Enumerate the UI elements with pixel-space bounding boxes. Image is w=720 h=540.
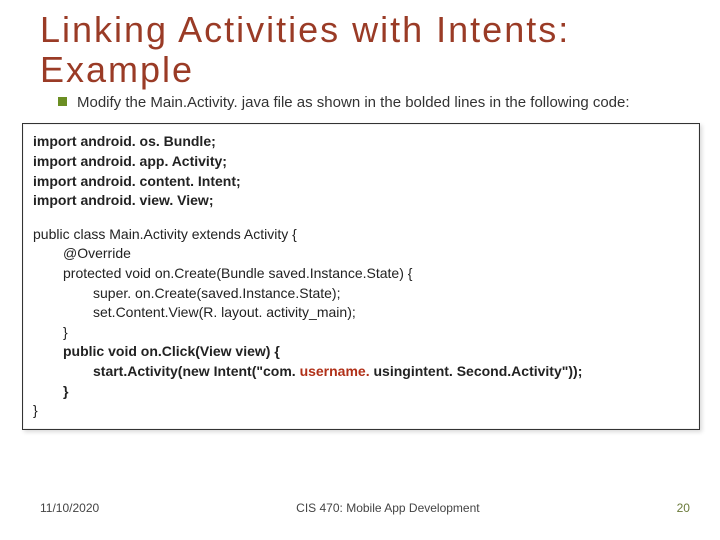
bullet-item: Modify the Main.Activity. java file as s… [58, 93, 690, 113]
blank-line [33, 211, 689, 225]
footer: 11/10/2020 CIS 470: Mobile App Developme… [40, 501, 690, 515]
code-line: @Override [33, 244, 689, 264]
code-line: import android. os. Bundle; [33, 132, 689, 152]
code-line: set.Content.View(R. layout. activity_mai… [33, 303, 689, 323]
code-block: import android. os. Bundle; import andro… [22, 123, 700, 429]
code-line: } [33, 401, 689, 421]
bullet-text: Modify the Main.Activity. java file as s… [77, 93, 630, 113]
code-line: start.Activity(new Intent("com. username… [33, 362, 689, 382]
page-number: 20 [677, 501, 690, 515]
code-line: super. on.Create(saved.Instance.State); [33, 284, 689, 304]
square-bullet-icon [58, 97, 67, 106]
slide-title: Linking Activities with Intents: Example [40, 10, 690, 89]
code-line: public class Main.Activity extends Activ… [33, 225, 689, 245]
code-fragment: usingintent. Second.Activity")); [370, 363, 583, 379]
footer-date: 11/10/2020 [40, 501, 99, 515]
code-line: } [33, 382, 689, 402]
code-line: protected void on.Create(Bundle saved.In… [33, 264, 689, 284]
code-line: import android. app. Activity; [33, 152, 689, 172]
code-line: import android. content. Intent; [33, 172, 689, 192]
code-line: import android. view. View; [33, 191, 689, 211]
slide: Linking Activities with Intents: Example… [0, 0, 720, 540]
code-line: } [33, 323, 689, 343]
code-line: public void on.Click(View view) { [33, 342, 689, 362]
code-fragment: start.Activity(new Intent("com. [93, 363, 300, 379]
code-accent: username. [300, 363, 370, 379]
footer-course: CIS 470: Mobile App Development [296, 501, 479, 515]
